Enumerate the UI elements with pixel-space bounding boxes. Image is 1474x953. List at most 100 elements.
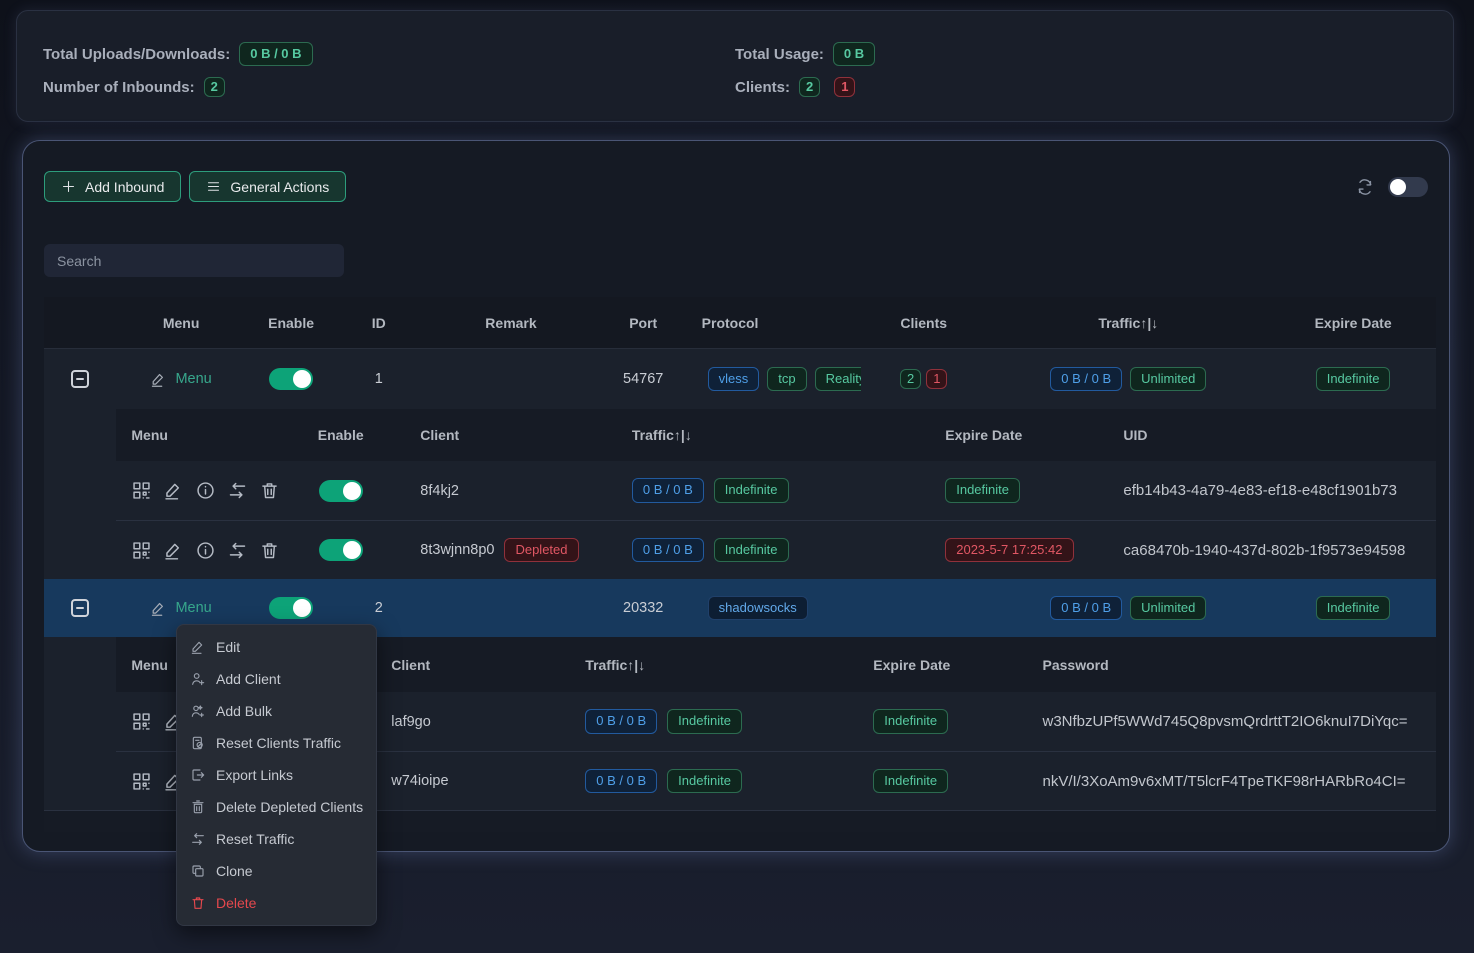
menu-item-export-links[interactable]: Export Links <box>177 759 376 791</box>
client-enable-toggle[interactable] <box>319 480 363 502</box>
client-name: w74ioipe <box>391 773 448 789</box>
inbound-1-expire: Indefinite <box>1270 367 1436 392</box>
client-uid: ca68470b-1940-437d-802b-1f9573e94598 <box>1123 542 1405 559</box>
inbound-1-enable-toggle[interactable] <box>269 368 313 390</box>
qr-code-icon[interactable] <box>131 540 152 561</box>
menu-item-label: Export Links <box>216 767 293 783</box>
menu-item-label: Reset Traffic <box>216 831 294 847</box>
client-password: w3NfbzUPf5WWd745Q8pvsmQrdrttT2IO6knuI7Di… <box>1043 713 1408 730</box>
expire-badge: Indefinite <box>1316 596 1391 621</box>
info-icon[interactable] <box>195 480 216 501</box>
inbound-1-menu-trigger[interactable]: Menu <box>150 371 211 388</box>
stats-card: Total Uploads/Downloads: 0 B / 0 B Total… <box>16 10 1454 122</box>
sub-header-traffic-sort[interactable]: Traffic↑|↓ <box>570 657 859 673</box>
reset-clients-traffic-icon <box>190 735 206 751</box>
sub-header-menu: Menu <box>116 427 301 443</box>
edit-icon <box>150 371 167 388</box>
reset-traffic-icon <box>190 831 206 847</box>
sub-header-expire: Expire Date <box>929 427 1103 443</box>
add-inbound-button[interactable]: Add Inbound <box>44 171 181 202</box>
sub-header-enable: Enable <box>301 427 380 443</box>
search-input[interactable] <box>44 244 344 277</box>
traffic-limit-badge: Indefinite <box>714 478 789 503</box>
edit-icon[interactable] <box>163 480 184 501</box>
add-client-icon <box>190 671 206 687</box>
stat-total-uploads-downloads: Total Uploads/Downloads: 0 B / 0 B <box>43 41 735 67</box>
header-port: Port <box>601 315 686 331</box>
inbound-1-clients-subtable: Menu Enable Client Traffic↑|↓ Expire Dat… <box>44 409 1436 579</box>
edit-icon <box>190 639 206 655</box>
traffic-badge: 0 B / 0 B <box>1050 367 1122 392</box>
clients-depleted-badge: 1 <box>834 77 855 98</box>
menu-item-delete[interactable]: Delete <box>177 887 376 919</box>
toggle-knob <box>343 482 361 500</box>
edit-icon[interactable] <box>163 540 184 561</box>
general-actions-button[interactable]: General Actions <box>189 171 346 202</box>
total-uploads-downloads-badge: 0 B / 0 B <box>239 42 312 67</box>
menu-item-label: Delete Depleted Clients <box>216 799 363 815</box>
traffic-badge: 0 B / 0 B <box>585 769 657 794</box>
menu-item-clone[interactable]: Clone <box>177 855 376 887</box>
header-remark: Remark <box>421 315 601 331</box>
toggle-knob <box>293 370 311 388</box>
expire-badge: Indefinite <box>873 769 948 794</box>
inbound-2-expire: Indefinite <box>1270 596 1436 621</box>
stat-total-usage: Total Usage: 0 B <box>735 41 1427 67</box>
inbound-2-menu-trigger[interactable]: Menu <box>150 600 211 617</box>
traffic-badge: 0 B / 0 B <box>632 538 704 563</box>
inbounds-page: { "header_stats": { "total_uploads_downl… <box>0 0 1474 953</box>
header-traffic-sort[interactable]: Traffic↑|↓ <box>986 315 1270 331</box>
stat-clients: Clients: 2 1 <box>735 74 1427 100</box>
traffic-limit-badge: Indefinite <box>667 709 742 734</box>
qr-code-icon[interactable] <box>131 480 152 501</box>
inbound-2-enable-toggle[interactable] <box>269 597 313 619</box>
delete-icon[interactable] <box>259 540 280 561</box>
qr-code-icon[interactable] <box>131 771 152 792</box>
client-enable-toggle[interactable] <box>319 539 363 561</box>
inbound-1-protocols: vless tcp Reality <box>686 367 861 392</box>
menu-item-label: Edit <box>216 639 240 655</box>
menu-item-edit[interactable]: Edit <box>177 631 376 663</box>
reset-traffic-icon[interactable] <box>227 540 248 561</box>
delete-icon[interactable] <box>259 480 280 501</box>
reset-traffic-icon[interactable] <box>227 480 248 501</box>
expire-badge: 2023-5-7 17:25:42 <box>945 538 1073 563</box>
clients-active-badge: 2 <box>799 77 820 98</box>
menu-item-label: Delete <box>216 895 256 911</box>
menu-item-add-bulk[interactable]: Add Bulk <box>177 695 376 727</box>
stat-label: Total Usage: <box>735 46 824 63</box>
dark-mode-toggle[interactable] <box>1388 177 1428 197</box>
inbound-2-protocols: shadowsocks <box>686 596 861 621</box>
expire-badge: Indefinite <box>945 478 1020 503</box>
menu-item-reset-clients-traffic[interactable]: Reset Clients Traffic <box>177 727 376 759</box>
sub-header-client: Client <box>380 427 610 443</box>
header-expire-date: Expire Date <box>1270 315 1436 331</box>
table-header-row: Menu Enable ID Remark Port Protocol Clie… <box>44 297 1436 349</box>
header-id: ID <box>336 315 421 331</box>
subtable-gutter <box>44 637 116 810</box>
sub-header-traffic-sort[interactable]: Traffic↑|↓ <box>610 427 929 443</box>
toolbar: Add Inbound General Actions <box>23 141 1449 202</box>
traffic-badge: 0 B / 0 B <box>632 478 704 503</box>
minus-icon <box>76 607 84 609</box>
qr-code-icon[interactable] <box>131 711 152 732</box>
refresh-icon[interactable] <box>1355 177 1375 197</box>
protocol-badge: shadowsocks <box>708 596 808 621</box>
menu-item-add-client[interactable]: Add Client <box>177 663 376 695</box>
protocol-badge: tcp <box>767 367 806 392</box>
traffic-limit-badge: Indefinite <box>667 769 742 794</box>
menu-item-delete-depleted-clients[interactable]: Delete Depleted Clients <box>177 791 376 823</box>
info-icon[interactable] <box>195 540 216 561</box>
expire-badge: Indefinite <box>873 709 948 734</box>
collapse-inbound-2-button[interactable] <box>71 599 89 617</box>
collapse-inbound-1-button[interactable] <box>71 370 89 388</box>
clone-icon <box>190 863 206 879</box>
sub-header-uid: UID <box>1103 427 1436 443</box>
menu-item-reset-traffic[interactable]: Reset Traffic <box>177 823 376 855</box>
general-actions-label: General Actions <box>230 179 329 195</box>
toggle-knob <box>1390 179 1406 195</box>
client-name: 8t3wjnn8p0 <box>420 542 494 558</box>
inbound-1-port: 54767 <box>601 371 686 387</box>
stat-label: Clients: <box>735 79 790 96</box>
client-name: laf9go <box>391 714 431 730</box>
